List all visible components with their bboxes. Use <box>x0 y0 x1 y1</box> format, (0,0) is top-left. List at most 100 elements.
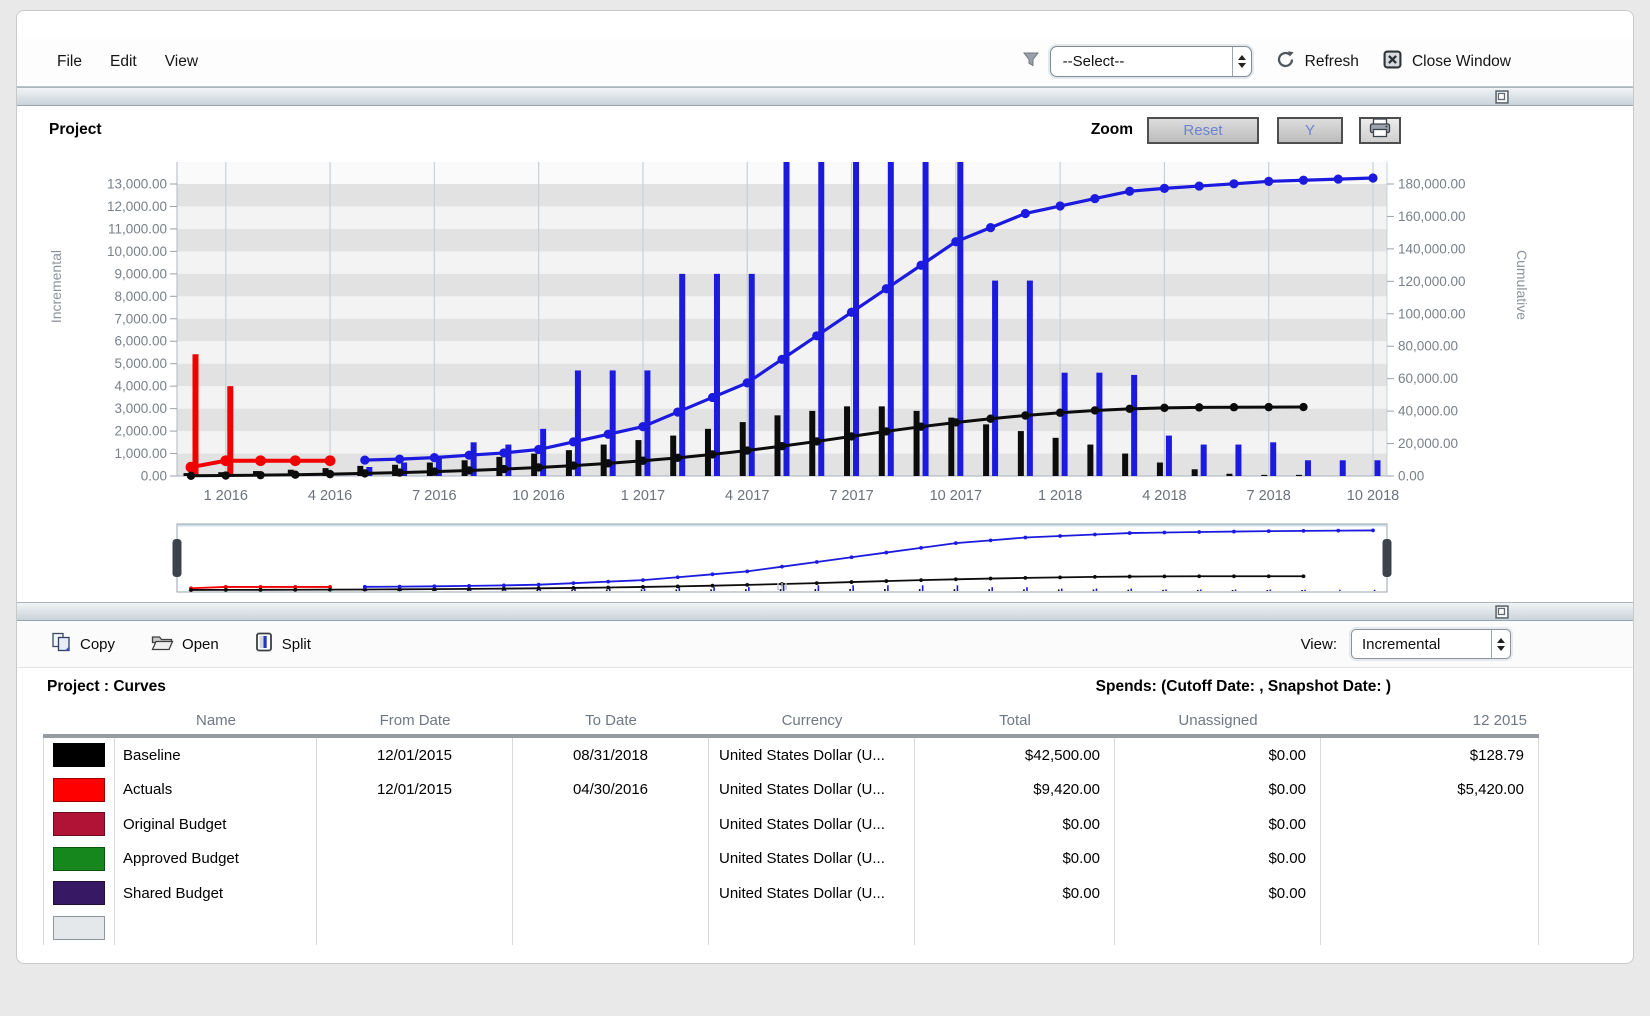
svg-text:1 2016: 1 2016 <box>204 488 248 504</box>
cell-total: $42,500.00 <box>915 738 1115 773</box>
table-row-partial <box>43 911 1539 946</box>
chart-navigator[interactable] <box>32 520 1618 602</box>
cell-swatch <box>43 738 115 773</box>
split-button[interactable]: Split <box>255 632 311 656</box>
table-row-shared-budget[interactable]: Shared BudgetUnited States Dollar (U...$… <box>43 876 1539 911</box>
panel-splitter-bottom[interactable] <box>17 602 1633 621</box>
svg-text:0.00: 0.00 <box>141 469 167 484</box>
zoom-label: Zoom <box>1091 121 1133 139</box>
svg-text:9,000.00: 9,000.00 <box>114 266 167 281</box>
col-unassigned: Unassigned <box>1115 712 1321 729</box>
curve-color-swatch <box>53 812 105 836</box>
table-body: Baseline12/01/201508/31/2018United State… <box>43 738 1539 911</box>
main-chart[interactable]: 0.001,000.002,000.003,000.004,000.005,00… <box>32 154 1618 512</box>
cell-to-date <box>513 842 709 877</box>
left-axis: 0.001,000.002,000.003,000.004,000.005,00… <box>107 177 177 484</box>
cell-swatch <box>43 773 115 808</box>
printer-icon <box>1369 118 1391 142</box>
menu-file[interactable]: File <box>57 53 82 71</box>
chart-stripes <box>177 162 1387 476</box>
maximize-panel-icon[interactable] <box>1495 90 1509 109</box>
right-axis: 0.0020,000.0040,000.0060,000.0080,000.00… <box>1387 177 1466 484</box>
svg-text:60,000.00: 60,000.00 <box>1398 371 1458 386</box>
open-button[interactable]: Open <box>151 633 219 656</box>
svg-text:160,000.00: 160,000.00 <box>1398 209 1466 224</box>
refresh-button[interactable]: Refresh <box>1305 53 1359 71</box>
cell-12-2015 <box>1321 807 1539 842</box>
svg-text:5,000.00: 5,000.00 <box>114 356 167 371</box>
navigator-left-handle[interactable] <box>173 539 182 577</box>
view-spinner-icon[interactable] <box>1491 630 1510 658</box>
table-header-row: Name From Date To Date Currency Total Un… <box>43 706 1539 738</box>
copy-icon <box>51 632 72 656</box>
curve-color-swatch <box>53 847 105 871</box>
curve-color-swatch <box>53 881 105 905</box>
chart-panel-title: Project <box>49 121 102 139</box>
menu-edit[interactable]: Edit <box>110 53 137 71</box>
copy-label: Copy <box>80 636 115 653</box>
select-spinner-icon[interactable] <box>1232 47 1251 76</box>
maximize-panel-icon-2[interactable] <box>1495 605 1509 624</box>
zoom-y-button[interactable]: Y <box>1277 117 1343 144</box>
cell-from-date: 12/01/2015 <box>317 773 513 808</box>
svg-text:2,000.00: 2,000.00 <box>114 424 167 439</box>
right-axis-title: Cumulative <box>1514 250 1530 320</box>
view-label: View: <box>1301 636 1337 653</box>
col-currency: Currency <box>709 712 915 729</box>
cell-12-2015: $128.79 <box>1321 738 1539 773</box>
cell-name: Original Budget <box>115 807 317 842</box>
svg-text:12,000.00: 12,000.00 <box>107 199 167 214</box>
copy-button[interactable]: Copy <box>51 632 115 656</box>
curves-section-title: Project : Curves <box>47 678 166 696</box>
cell-total: $0.00 <box>915 876 1115 911</box>
split-label: Split <box>282 636 311 653</box>
svg-text:4 2017: 4 2017 <box>725 488 769 504</box>
panel-splitter-top[interactable] <box>17 87 1633 106</box>
cell-currency: United States Dollar (U... <box>709 773 915 808</box>
zoom-reset-button[interactable]: Reset <box>1147 117 1259 144</box>
cell-name: Approved Budget <box>115 842 317 877</box>
svg-text:140,000.00: 140,000.00 <box>1398 241 1466 256</box>
print-button[interactable] <box>1359 117 1401 144</box>
table-row-actuals[interactable]: Actuals12/01/201504/30/2016United States… <box>43 773 1539 808</box>
svg-text:7 2017: 7 2017 <box>829 488 873 504</box>
svg-text:13,000.00: 13,000.00 <box>107 177 167 192</box>
curve-color-swatch <box>53 743 105 767</box>
window-top-strip <box>17 11 1633 37</box>
refresh-icon[interactable] <box>1276 50 1295 74</box>
cell-to-date: 04/30/2016 <box>513 773 709 808</box>
split-icon <box>255 632 274 656</box>
svg-text:11,000.00: 11,000.00 <box>108 221 167 236</box>
svg-text:180,000.00: 180,000.00 <box>1398 177 1466 192</box>
close-window-button[interactable]: Close Window <box>1412 53 1511 71</box>
svg-text:8,000.00: 8,000.00 <box>114 289 167 304</box>
menu-view[interactable]: View <box>165 53 198 71</box>
cell-12-2015 <box>1321 876 1539 911</box>
open-folder-icon <box>151 633 174 656</box>
curve-color-swatch <box>53 778 105 802</box>
cell-name: Shared Budget <box>115 876 317 911</box>
cell-swatch <box>43 807 115 842</box>
close-window-icon[interactable] <box>1383 50 1402 74</box>
view-select[interactable]: Incremental <box>1351 629 1511 659</box>
cell-from-date <box>317 807 513 842</box>
chart-panel-header: Project Zoom Reset Y <box>17 106 1633 154</box>
table-row-original-budget[interactable]: Original Budget United States Dollar (U..… <box>43 807 1539 842</box>
filter-select[interactable]: --Select-- <box>1050 46 1252 77</box>
col-name: Name <box>115 712 317 729</box>
navigator-frame <box>177 524 1387 592</box>
navigator-right-handle[interactable] <box>1383 539 1392 577</box>
cell-12-2015 <box>1321 842 1539 877</box>
table-row-baseline[interactable]: Baseline12/01/201508/31/2018United State… <box>43 738 1539 773</box>
svg-text:1 2017: 1 2017 <box>621 488 665 504</box>
svg-text:80,000.00: 80,000.00 <box>1398 339 1458 354</box>
cell-swatch <box>43 876 115 911</box>
cell-currency: United States Dollar (U... <box>709 807 915 842</box>
svg-text:1 2018: 1 2018 <box>1038 488 1082 504</box>
col-12-2015: 12 2015 <box>1321 712 1539 729</box>
cell-name: Actuals <box>115 773 317 808</box>
cell-to-date <box>513 807 709 842</box>
cell-total: $0.00 <box>915 842 1115 877</box>
table-row-approved-budget[interactable]: Approved BudgetUnited States Dollar (U..… <box>43 842 1539 877</box>
cell-unassigned: $0.00 <box>1115 807 1321 842</box>
